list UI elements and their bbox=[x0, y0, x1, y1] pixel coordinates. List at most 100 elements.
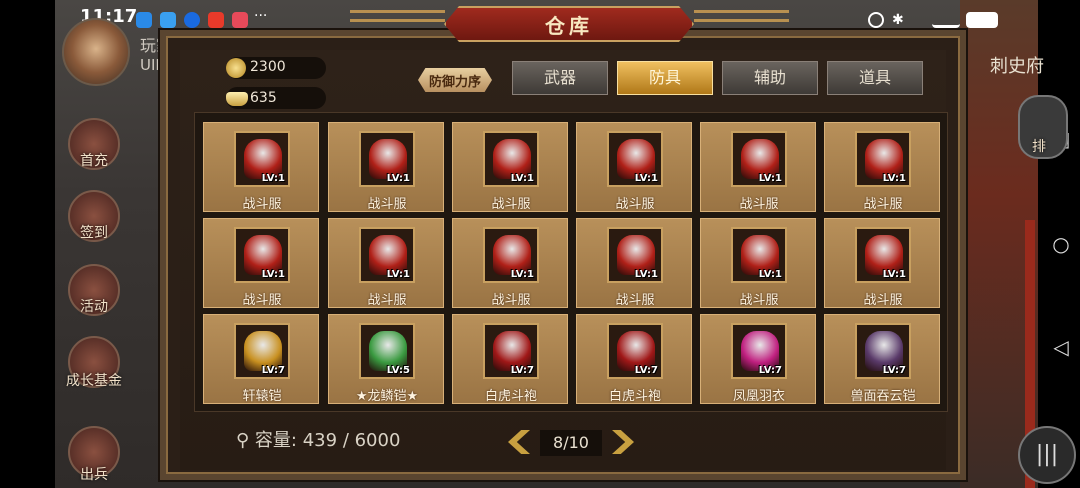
back-button[interactable]: ◁ bbox=[1050, 336, 1072, 358]
first-recharge-label: 首充 bbox=[80, 153, 108, 169]
armor-item-slot[interactable]: LV:5 ★龙鳞铠★ bbox=[328, 314, 444, 404]
item-name: 战斗服 bbox=[491, 197, 531, 212]
item-name: 战斗服 bbox=[863, 197, 903, 212]
item-level: LV:1 bbox=[634, 269, 658, 280]
armor-icon: LV:1 bbox=[483, 131, 539, 187]
armor-icon: LV:7 bbox=[483, 323, 539, 379]
armor-icon: LV:1 bbox=[607, 131, 663, 187]
capacity-display: ⚲ 容量: 439 / 6000 bbox=[236, 426, 400, 452]
home-button[interactable]: ○ bbox=[1050, 233, 1072, 255]
ingot-icon bbox=[226, 92, 248, 106]
armor-icon: LV:1 bbox=[731, 227, 787, 283]
item-name: 凤凰羽衣 bbox=[732, 389, 785, 404]
tab-accessory[interactable]: 辅助 bbox=[722, 61, 818, 95]
item-level: LV:1 bbox=[634, 173, 658, 184]
armor-item-slot[interactable]: LV:1 战斗服 bbox=[452, 218, 568, 308]
armor-item-slot[interactable]: LV:1 战斗服 bbox=[328, 218, 444, 308]
armor-item-slot[interactable]: LV:1 战斗服 bbox=[824, 218, 940, 308]
item-level: LV:1 bbox=[386, 269, 410, 280]
armor-icon: LV:7 bbox=[607, 323, 663, 379]
item-level: LV:7 bbox=[634, 365, 658, 376]
player-avatar[interactable] bbox=[62, 18, 130, 86]
item-name: 战斗服 bbox=[242, 197, 282, 212]
rank-label: 排 bbox=[1032, 139, 1046, 155]
item-level: LV:7 bbox=[758, 365, 782, 376]
menu-button[interactable]: ||| bbox=[1018, 426, 1076, 484]
armor-item-slot[interactable]: LV:7 轩辕铠 bbox=[203, 314, 319, 404]
item-level: LV:7 bbox=[882, 365, 906, 376]
search-icon: ⚲ bbox=[236, 430, 250, 451]
item-name: 战斗服 bbox=[863, 293, 903, 308]
item-name: 战斗服 bbox=[615, 293, 655, 308]
item-level: LV:5 bbox=[386, 365, 410, 376]
signal-icon bbox=[932, 12, 960, 28]
item-name: 战斗服 bbox=[242, 293, 282, 308]
armor-icon: LV:5 bbox=[359, 323, 415, 379]
armor-item-slot[interactable]: LV:7 白虎斗袍 bbox=[452, 314, 568, 404]
item-level: LV:1 bbox=[261, 269, 285, 280]
armor-item-slot[interactable]: LV:1 战斗服 bbox=[203, 122, 319, 212]
title-ornament-left bbox=[350, 10, 445, 22]
listen-app-icon bbox=[208, 12, 224, 28]
screen-left-bezel bbox=[0, 0, 55, 488]
armor-item-slot[interactable]: LV:1 战斗服 bbox=[576, 122, 692, 212]
item-level: LV:1 bbox=[510, 173, 534, 184]
item-name: 轩辕铠 bbox=[242, 389, 282, 404]
armor-icon: LV:1 bbox=[234, 131, 290, 187]
item-level: LV:1 bbox=[510, 269, 534, 280]
armor-item-slot[interactable]: LV:7 兽面吞云铠 bbox=[824, 314, 940, 404]
armor-icon: LV:1 bbox=[483, 227, 539, 283]
item-name: 战斗服 bbox=[615, 197, 655, 212]
armor-item-slot[interactable]: LV:1 战斗服 bbox=[328, 122, 444, 212]
coin-value: 2300 bbox=[250, 59, 286, 75]
armor-icon: LV:1 bbox=[855, 227, 911, 283]
armor-icon: LV:1 bbox=[731, 131, 787, 187]
armor-icon: LV:7 bbox=[731, 323, 787, 379]
armor-icon: LV:1 bbox=[234, 227, 290, 283]
armor-item-slot[interactable]: LV:1 战斗服 bbox=[700, 122, 816, 212]
item-name: 战斗服 bbox=[739, 293, 779, 308]
item-level: LV:1 bbox=[758, 269, 782, 280]
bluetooth-icon: ✱ bbox=[892, 12, 904, 28]
armor-item-slot[interactable]: LV:1 战斗服 bbox=[576, 218, 692, 308]
tab-weapon[interactable]: 武器 bbox=[512, 61, 608, 95]
cloud-app-icon bbox=[136, 12, 152, 28]
armor-item-slot[interactable]: LV:1 战斗服 bbox=[203, 218, 319, 308]
armor-icon: LV:1 bbox=[359, 227, 415, 283]
item-name: 白虎斗袍 bbox=[608, 389, 661, 404]
item-name: 战斗服 bbox=[367, 197, 407, 212]
armor-icon: LV:7 bbox=[234, 323, 290, 379]
armor-item-slot[interactable]: LV:1 战斗服 bbox=[824, 122, 940, 212]
sort-label: 防御力序 bbox=[428, 75, 481, 90]
battery-icon bbox=[966, 12, 998, 28]
armor-item-slot[interactable]: LV:1 战斗服 bbox=[700, 218, 816, 308]
item-level: LV:7 bbox=[510, 365, 534, 376]
mail-app-icon bbox=[232, 12, 248, 28]
dispatch-label: 出兵 bbox=[80, 467, 108, 483]
armor-item-slot[interactable]: LV:7 白虎斗袍 bbox=[576, 314, 692, 404]
armor-icon: LV:1 bbox=[607, 227, 663, 283]
tab-items[interactable]: 道具 bbox=[827, 61, 923, 95]
capacity-value: 439 / 6000 bbox=[302, 430, 401, 451]
activity-label: 活动 bbox=[80, 299, 108, 315]
browser-app-icon bbox=[160, 12, 176, 28]
speed-icon bbox=[868, 12, 884, 28]
item-level: LV:1 bbox=[882, 269, 906, 280]
item-name: 白虎斗袍 bbox=[484, 389, 537, 404]
message-app-icon bbox=[184, 12, 200, 28]
item-name: 兽面吞云铠 bbox=[850, 389, 916, 404]
page-indicator: 8/10 bbox=[540, 430, 602, 456]
armor-item-slot[interactable]: LV:7 凤凰羽衣 bbox=[700, 314, 816, 404]
coin-icon bbox=[226, 58, 246, 78]
capacity-label: 容量: bbox=[254, 430, 297, 451]
city-label[interactable]: 刺史府 bbox=[990, 52, 1044, 78]
panel-title: 仓库 bbox=[545, 14, 593, 38]
item-name: 战斗服 bbox=[491, 293, 531, 308]
armor-icon: LV:1 bbox=[359, 131, 415, 187]
item-name: ★龙鳞铠★ bbox=[355, 389, 419, 404]
armor-item-slot[interactable]: LV:1 战斗服 bbox=[452, 122, 568, 212]
item-name: 战斗服 bbox=[367, 293, 407, 308]
item-level: LV:1 bbox=[758, 173, 782, 184]
title-ornament-right bbox=[694, 10, 789, 22]
tab-armor[interactable]: 防具 bbox=[617, 61, 713, 95]
